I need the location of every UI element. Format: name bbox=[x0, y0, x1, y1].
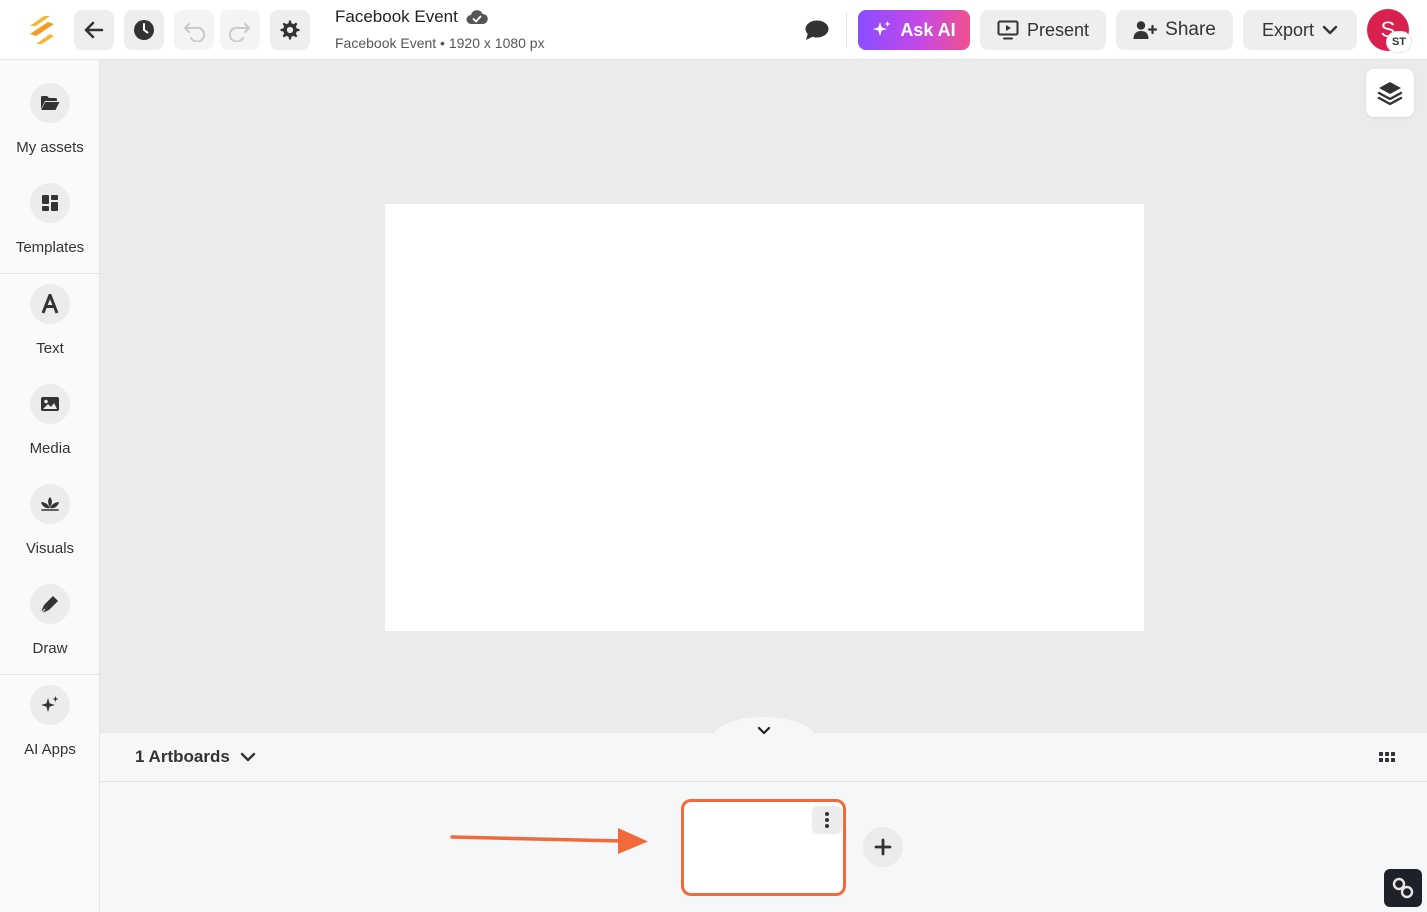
link-widget-button[interactable] bbox=[1384, 869, 1422, 907]
redo-icon bbox=[228, 23, 250, 42]
sidebar-item-label: Visuals bbox=[25, 540, 75, 557]
redo-button[interactable] bbox=[220, 10, 260, 50]
chevron-down-icon bbox=[1322, 25, 1338, 35]
image-icon bbox=[41, 397, 59, 411]
grid-view-button[interactable] bbox=[1376, 746, 1398, 768]
plus-icon bbox=[874, 838, 892, 856]
clock-icon bbox=[134, 20, 154, 40]
folder-open-icon bbox=[41, 96, 60, 110]
document-title-text: Facebook Event bbox=[335, 7, 458, 26]
share-label: Share bbox=[1165, 19, 1216, 40]
sidebar-divider bbox=[0, 674, 99, 675]
visuals-icon bbox=[41, 497, 59, 511]
link-icon bbox=[1392, 877, 1414, 899]
export-button[interactable]: Export bbox=[1243, 10, 1357, 50]
sidebar-icon-wrap bbox=[30, 284, 70, 324]
sidebar-divider bbox=[0, 273, 99, 274]
ask-ai-label: Ask AI bbox=[900, 19, 956, 40]
gear-icon bbox=[280, 20, 300, 40]
back-button[interactable] bbox=[74, 10, 114, 50]
sidebar-item-label: Media bbox=[29, 440, 71, 457]
toolbar-divider bbox=[846, 12, 847, 48]
sidebar-icon-wrap bbox=[30, 484, 70, 524]
document-title[interactable]: Facebook Event bbox=[335, 7, 488, 27]
templates-icon bbox=[42, 195, 58, 211]
sidebar-item-media[interactable]: Media bbox=[0, 384, 100, 476]
sidebar-item-my-assets[interactable]: My assets bbox=[0, 83, 100, 175]
export-label: Export bbox=[1261, 19, 1315, 40]
document-subtitle: Facebook Event • 1920 x 1080 px bbox=[335, 35, 545, 51]
chat-bubble-icon bbox=[805, 20, 829, 40]
sidebar-item-label: Draw bbox=[32, 640, 68, 657]
history-button[interactable] bbox=[124, 10, 164, 50]
grid-icon bbox=[1379, 751, 1395, 762]
sidebar-icon-wrap bbox=[30, 584, 70, 624]
left-sidebar: My assets Templates Text Media Visuals D… bbox=[0, 60, 100, 912]
artboards-dropdown[interactable]: 1 Artboards bbox=[135, 747, 256, 767]
sidebar-item-templates[interactable]: Templates bbox=[0, 183, 100, 275]
settings-button[interactable] bbox=[270, 10, 310, 50]
undo-icon bbox=[184, 23, 206, 42]
text-icon bbox=[41, 294, 59, 314]
sidebar-item-text[interactable]: Text bbox=[0, 284, 100, 376]
artboards-header bbox=[100, 733, 1427, 782]
sidebar-item-label: AI Apps bbox=[24, 741, 76, 758]
artboard-options-button[interactable] bbox=[812, 806, 842, 834]
sidebar-icon-wrap bbox=[30, 685, 70, 725]
arrow-left-icon bbox=[84, 21, 104, 39]
layers-icon bbox=[1377, 82, 1403, 106]
chevron-down-icon bbox=[240, 752, 255, 762]
pointer-arrow-icon bbox=[450, 828, 648, 854]
sidebar-item-label: Templates bbox=[15, 239, 85, 256]
cloud-saved-icon bbox=[466, 10, 488, 24]
kebab-menu-icon bbox=[825, 812, 829, 828]
share-button[interactable]: Share bbox=[1116, 10, 1233, 50]
sidebar-item-label: Text bbox=[36, 340, 64, 357]
artboard-canvas[interactable] bbox=[385, 204, 1144, 631]
presentation-screen-icon bbox=[997, 20, 1019, 40]
artboards-count: 1 Artboards bbox=[135, 747, 230, 766]
avatar-badge: ST bbox=[1386, 31, 1412, 53]
undo-button[interactable] bbox=[174, 10, 214, 50]
sparkle-icon bbox=[873, 21, 891, 36]
sidebar-item-ai-apps[interactable]: AI Apps bbox=[0, 685, 100, 777]
sidebar-item-draw[interactable]: Draw bbox=[0, 584, 100, 676]
present-label: Present bbox=[1026, 19, 1090, 40]
pen-icon bbox=[41, 596, 58, 613]
top-toolbar: Facebook Event Facebook Event • 1920 x 1… bbox=[0, 0, 1427, 60]
add-user-icon bbox=[1133, 21, 1158, 39]
sparkle-icon bbox=[41, 696, 59, 712]
layers-button[interactable] bbox=[1366, 69, 1414, 117]
comments-button[interactable] bbox=[800, 14, 834, 46]
sidebar-item-label: My assets bbox=[16, 139, 84, 156]
sidebar-item-visuals[interactable]: Visuals bbox=[0, 484, 100, 576]
sidebar-icon-wrap bbox=[30, 183, 70, 223]
sidebar-icon-wrap bbox=[30, 83, 70, 123]
present-button[interactable]: Present bbox=[980, 10, 1106, 50]
add-artboard-button[interactable] bbox=[863, 827, 903, 867]
ask-ai-button[interactable]: Ask AI bbox=[858, 10, 970, 50]
sidebar-icon-wrap bbox=[30, 384, 70, 424]
app-logo-icon[interactable] bbox=[24, 12, 60, 48]
